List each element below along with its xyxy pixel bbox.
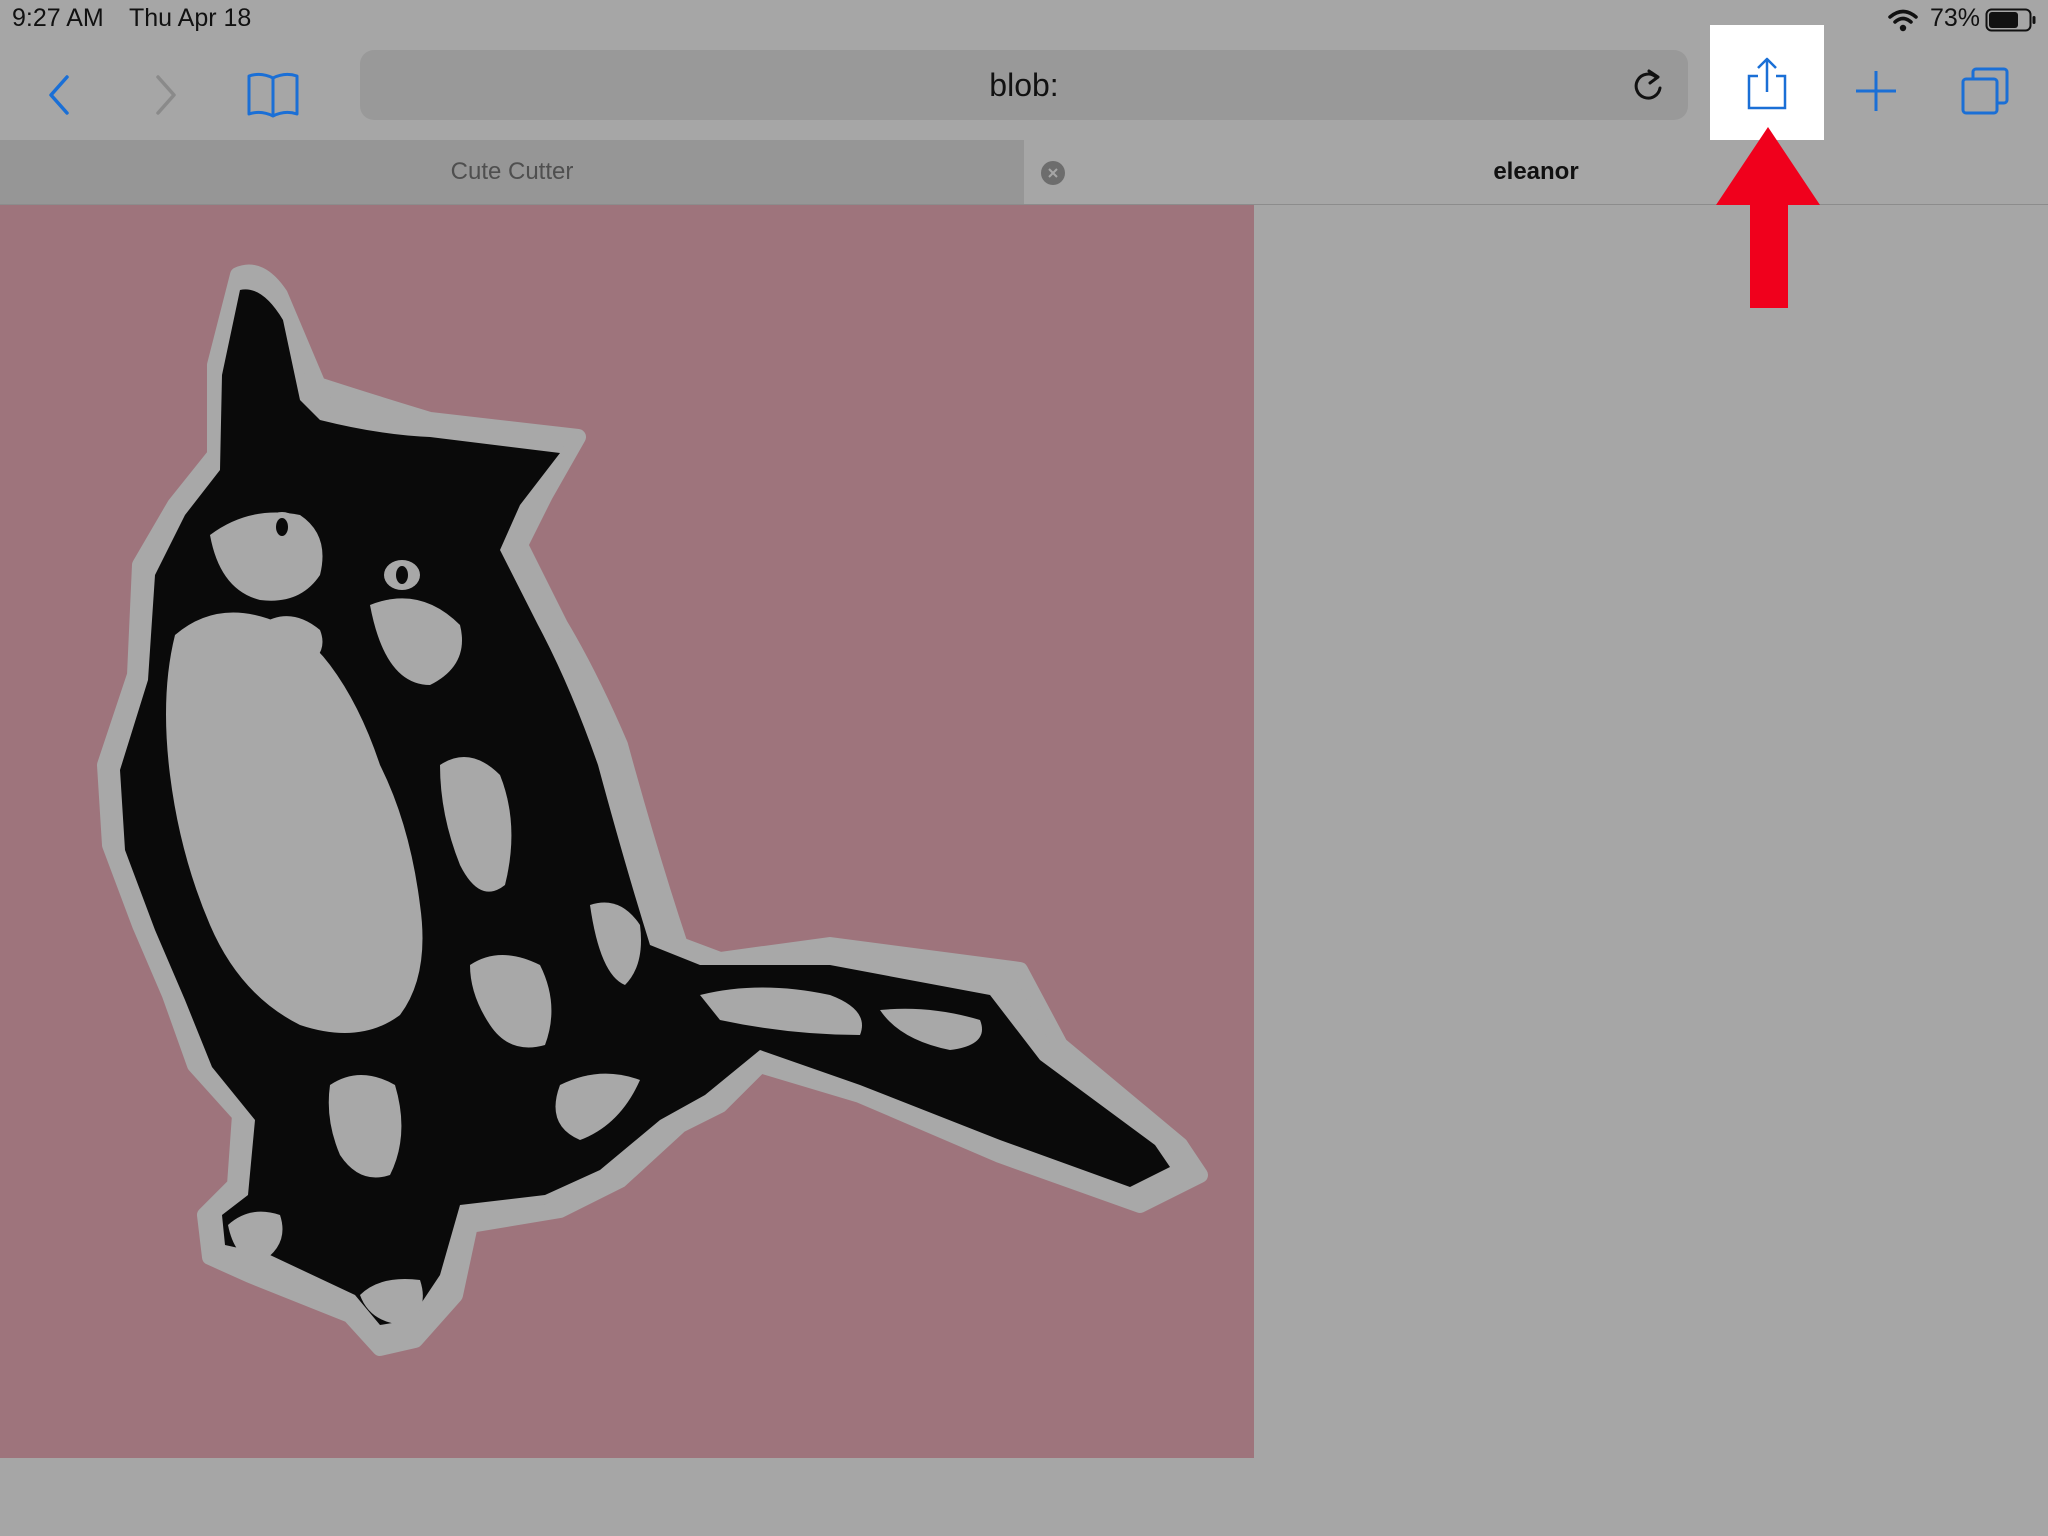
address-bar[interactable]: blob: (360, 50, 1688, 120)
new-tab-button[interactable] (1846, 56, 1906, 126)
forward-icon (156, 75, 176, 115)
status-time: 9:27 AM (12, 4, 104, 32)
reload-button[interactable] (1626, 64, 1670, 108)
tab-cute-cutter[interactable]: Cute Cutter (0, 140, 1024, 204)
plus-icon (1856, 71, 1896, 111)
battery-percent: 73% (1930, 4, 1981, 32)
annotation-arrow (1716, 127, 1820, 308)
address-text: blob: (989, 67, 1059, 103)
status-date: Thu Apr 18 (129, 4, 252, 32)
wifi-icon (1888, 8, 1918, 37)
back-icon (49, 75, 69, 115)
close-icon (1048, 168, 1058, 178)
share-icon (1747, 57, 1787, 109)
battery-icon (1985, 8, 2037, 37)
bookmarks-icon (247, 72, 299, 118)
forward-button[interactable] (135, 60, 195, 130)
bookmarks-button[interactable] (238, 55, 308, 135)
web-content (0, 205, 2048, 1536)
share-button[interactable] (1710, 25, 1824, 142)
tabs-icon (1961, 67, 2009, 115)
cat-illustration (97, 264, 1208, 1356)
cat-image-panel (0, 205, 1254, 1458)
browser-toolbar: blob: (0, 25, 2048, 142)
back-button[interactable] (30, 60, 90, 130)
tabs-button[interactable] (1950, 56, 2020, 126)
tab-eleanor[interactable]: eleanor (1024, 140, 2048, 204)
reload-icon (1634, 69, 1662, 100)
tab-close-button[interactable] (1041, 161, 1065, 185)
